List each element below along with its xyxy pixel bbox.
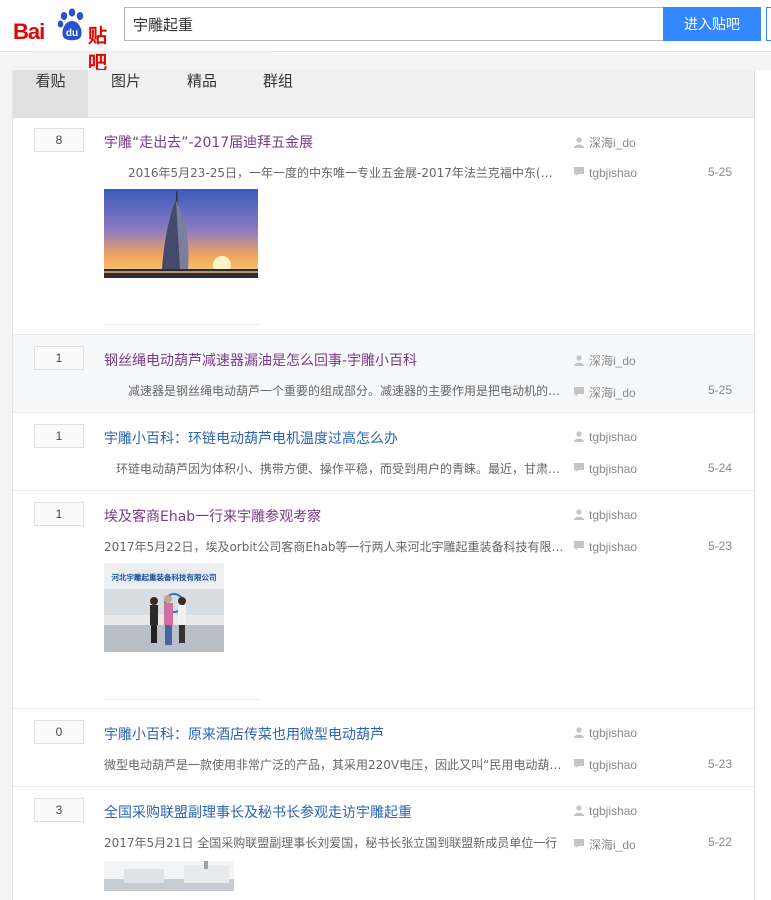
user-icon: [574, 727, 584, 738]
thread-date: 5-23: [708, 539, 733, 553]
tab-threads[interactable]: 看贴: [13, 70, 88, 118]
user-icon: [574, 431, 584, 442]
last-reply-user[interactable]: 深海i_do: [573, 384, 636, 401]
baidu-tieba-logo[interactable]: Bai du 贴吧: [10, 7, 120, 74]
last-reply-name: tgbjishao: [589, 540, 638, 554]
last-reply-name: tgbjishao: [589, 462, 638, 476]
tab-images[interactable]: 图片: [88, 70, 164, 118]
comment-icon: [574, 387, 584, 397]
last-reply-user[interactable]: tgbjishao: [573, 462, 637, 476]
thread-row: 3 全国采购联盟副理事长及秘书长参观走访宇雕起重 tgbjishao 2017年…: [13, 787, 755, 897]
thread-abstract: 2017年5月22日，埃及orbit公司客商Ehab等一行两人来河北宇雕起重装备…: [104, 540, 564, 554]
burj-al-arab-thumbnail[interactable]: [104, 189, 258, 278]
user-icon: [574, 137, 584, 148]
last-reply-user[interactable]: tgbjishao: [573, 758, 637, 772]
author-name: tgbjishao: [589, 508, 638, 522]
thread-abstract: 减速器是钢丝绳电动葫芦一个重要的组成部分。减速器的主要作用是把电动机的转速降低: [128, 384, 564, 398]
thread-date: 5-22: [708, 835, 733, 849]
thread-divider: [104, 699, 259, 700]
thread-date: 5-24: [708, 461, 733, 475]
thread-title[interactable]: 宇雕小百科：环链电动葫芦电机温度过高怎么办: [104, 428, 398, 448]
tab-groups[interactable]: 群组: [240, 70, 316, 118]
thread-row: 1 宇雕小百科：环链电动葫芦电机温度过高怎么办 tgbjishao 环链电动葫芦…: [13, 413, 755, 491]
reply-count: 1: [34, 424, 84, 448]
secondary-button-edge[interactable]: [766, 7, 771, 41]
comment-icon: [574, 463, 584, 473]
author-name: tgbjishao: [589, 804, 638, 818]
enter-tieba-button[interactable]: 进入贴吧: [663, 7, 761, 41]
author-name: 深海i_do: [589, 354, 636, 368]
last-reply-user[interactable]: tgbjishao: [573, 166, 637, 180]
photo-banner-text: 河北宇雕起重装备科技有限公司: [112, 572, 217, 582]
last-reply-name: tgbjishao: [589, 166, 638, 180]
reply-count: 0: [34, 720, 84, 744]
comment-icon: [574, 759, 584, 769]
paw-icon: du: [57, 8, 84, 41]
thread-author[interactable]: tgbjishao: [573, 430, 637, 444]
user-icon: [574, 509, 584, 520]
thread-author[interactable]: 深海i_do: [573, 134, 636, 151]
reply-count: 8: [34, 128, 84, 152]
thread-title[interactable]: 钢丝绳电动葫芦减速器漏油是怎么回事-宇雕小百科: [104, 350, 417, 370]
author-name: tgbjishao: [589, 726, 638, 740]
thread-author[interactable]: 深海i_do: [573, 352, 636, 369]
thread-title[interactable]: 全国采购联盟副理事长及秘书长参观走访宇雕起重: [104, 802, 412, 822]
comment-icon: [574, 839, 584, 849]
thread-date: 5-23: [708, 757, 733, 771]
thread-date: 5-25: [708, 383, 733, 397]
thread-abstract: 2016年5月23-25日，一年一度的中东唯一专业五金展-2017年法兰克福中东…: [128, 166, 564, 180]
last-reply-name: 深海i_do: [589, 386, 636, 400]
thread-row: 0 宇雕小百科：原来酒店传菜也用微型电动葫芦 tgbjishao 微型电动葫芦是…: [13, 709, 755, 787]
thread-date: 5-25: [708, 165, 733, 179]
last-reply-user[interactable]: tgbjishao: [573, 540, 637, 554]
visitors-photo-thumbnail[interactable]: 河北宇雕起重装备科技有限公司: [104, 563, 224, 652]
thread-author[interactable]: tgbjishao: [573, 726, 637, 740]
thread-divider: [104, 324, 259, 325]
last-reply-name: 深海i_do: [589, 838, 636, 852]
thread-author[interactable]: tgbjishao: [573, 508, 637, 522]
user-icon: [574, 355, 584, 366]
thread-list-panel: 看贴 图片 精品 群组 8 宇雕“走出去”-2017届迪拜五金展 深海i_do …: [12, 70, 755, 900]
header-divider: [30, 40, 270, 52]
thread-abstract: 微型电动葫芦是一款使用非常广泛的产品，其采用220V电压，因此又叫“民用电动葫芦…: [104, 758, 564, 772]
thread-row: 1 埃及客商Ehab一行来宇雕参观考察 tgbjishao 2017年5月22日…: [13, 491, 755, 709]
thread-abstract: 环链电动葫芦因为体积小、携带方便、操作平稳，而受到用户的青睐。最近，甘肃的用户: [116, 462, 564, 476]
factory-photo-thumbnail[interactable]: [104, 861, 234, 891]
search-input[interactable]: [124, 7, 664, 41]
thread-abstract: 2017年5月21日 全国采购联盟副理事长刘爱国，秘书长张立国到联盟新成员单位一…: [104, 836, 558, 850]
comment-icon: [574, 167, 584, 177]
tab-featured[interactable]: 精品: [164, 70, 240, 118]
reply-count: 1: [34, 502, 84, 526]
last-reply-user[interactable]: 深海i_do: [573, 836, 636, 853]
thread-title[interactable]: 埃及客商Ehab一行来宇雕参观考察: [104, 506, 321, 526]
thread-title[interactable]: 宇雕小百科：原来酒店传菜也用微型电动葫芦: [104, 724, 384, 744]
reply-count: 3: [34, 798, 84, 822]
author-name: 深海i_do: [589, 136, 636, 150]
logo-du-text: du: [66, 28, 78, 39]
tab-bar: 看贴 图片 精品 群组: [13, 70, 754, 118]
thread-row: 1 钢丝绳电动葫芦减速器漏油是怎么回事-宇雕小百科 深海i_do 减速器是钢丝绳…: [13, 335, 755, 413]
author-name: tgbjishao: [589, 430, 638, 444]
last-reply-name: tgbjishao: [589, 758, 638, 772]
thread-author[interactable]: tgbjishao: [573, 804, 637, 818]
reply-count: 1: [34, 346, 84, 370]
thread-title[interactable]: 宇雕“走出去”-2017届迪拜五金展: [104, 132, 313, 152]
user-icon: [574, 805, 584, 816]
right-sidebar-edge: [754, 70, 771, 900]
comment-icon: [574, 541, 584, 551]
thread-row: 8 宇雕“走出去”-2017届迪拜五金展 深海i_do 2016年5月23-25…: [13, 118, 755, 335]
